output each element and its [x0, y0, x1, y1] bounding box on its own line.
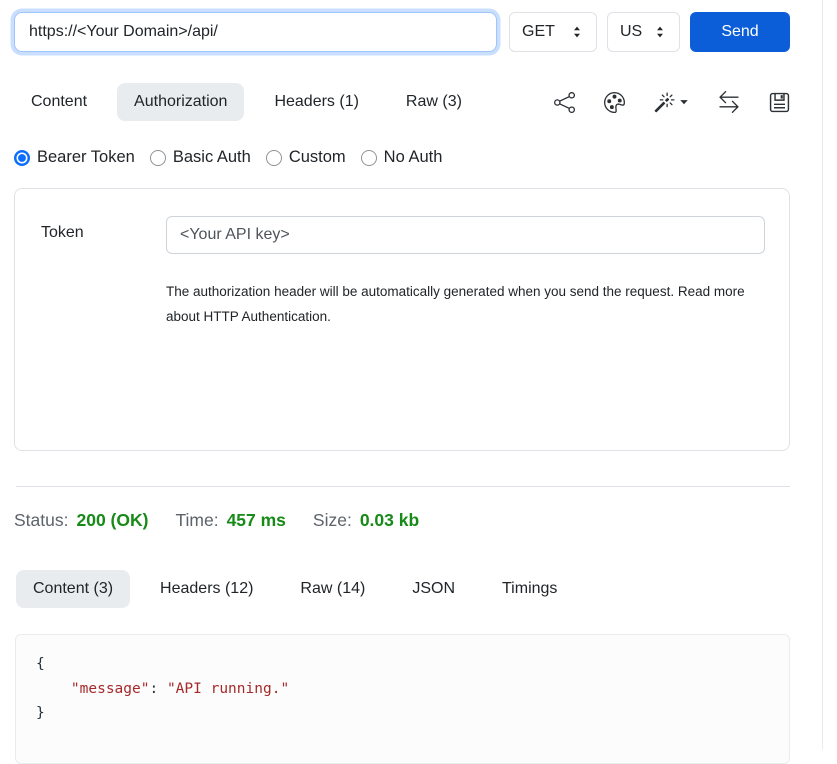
- toolbar: [554, 91, 790, 113]
- request-bar: GET US Send: [14, 12, 790, 52]
- response-tabs-row: Content (3) Headers (12) Raw (14) JSON T…: [16, 570, 790, 608]
- palette-icon: [604, 92, 625, 113]
- json-colon: :: [149, 681, 166, 697]
- status-label: Status:: [14, 510, 68, 531]
- size-value: 0.03 kb: [360, 510, 419, 531]
- method-select[interactable]: GET: [509, 12, 597, 52]
- swap-arrows-icon: [718, 91, 740, 113]
- tab-authorization[interactable]: Authorization: [117, 83, 244, 121]
- code-line: {: [36, 652, 769, 677]
- chevron-down-icon: [679, 97, 689, 107]
- region-select[interactable]: US: [607, 12, 680, 52]
- url-input[interactable]: [14, 12, 497, 52]
- theme-button[interactable]: [604, 92, 625, 113]
- save-icon: [769, 92, 790, 113]
- json-brace: }: [36, 705, 45, 721]
- auth-type-row: Bearer Token Basic Auth Custom No Auth: [14, 148, 790, 167]
- response-body: { "message": "API running." }: [15, 634, 790, 764]
- json-key: "message": [71, 681, 150, 697]
- select-arrows-icon: [570, 25, 584, 39]
- radio-unchecked-icon: [361, 150, 377, 166]
- tab-raw[interactable]: Raw (3): [389, 83, 479, 121]
- response-tab-json[interactable]: JSON: [395, 570, 472, 608]
- response-tab-timings[interactable]: Timings: [485, 570, 574, 608]
- select-arrows-icon: [653, 25, 667, 39]
- radio-custom[interactable]: Custom: [266, 148, 346, 167]
- share-button[interactable]: [554, 92, 575, 113]
- token-input[interactable]: [166, 216, 765, 254]
- radio-label: Custom: [289, 148, 346, 167]
- response-status-row: Status: 200 (OK) Time: 457 ms Size: 0.03…: [14, 510, 790, 531]
- divider: [16, 486, 790, 487]
- request-tabs-row: Content Authorization Headers (1) Raw (3…: [14, 83, 790, 121]
- radio-basic-auth[interactable]: Basic Auth: [150, 148, 251, 167]
- radio-label: Bearer Token: [37, 148, 135, 167]
- radio-label: Basic Auth: [173, 148, 251, 167]
- tab-headers[interactable]: Headers (1): [257, 83, 375, 121]
- code-line: }: [36, 701, 769, 726]
- auth-helper-text: The authorization header will be automat…: [166, 279, 746, 329]
- send-button[interactable]: Send: [690, 12, 790, 52]
- auth-panel: Token The authorization header will be a…: [14, 188, 790, 451]
- time-value: 457 ms: [227, 510, 286, 531]
- status-value: 200 (OK): [76, 510, 148, 531]
- radio-unchecked-icon: [266, 150, 282, 166]
- region-select-value: US: [620, 23, 642, 41]
- token-label: Token: [41, 216, 166, 450]
- convert-button[interactable]: [718, 91, 740, 113]
- response-tab-content[interactable]: Content (3): [16, 570, 130, 608]
- save-button[interactable]: [769, 92, 790, 113]
- time-label: Time:: [175, 510, 218, 531]
- size-label: Size:: [313, 510, 352, 531]
- response-tab-headers[interactable]: Headers (12): [143, 570, 270, 608]
- tab-content[interactable]: Content: [14, 83, 104, 121]
- generate-code-button[interactable]: [654, 92, 689, 113]
- magic-wand-icon: [654, 92, 675, 113]
- radio-bearer-token[interactable]: Bearer Token: [14, 148, 135, 167]
- share-icon: [554, 92, 575, 113]
- response-tab-raw[interactable]: Raw (14): [283, 570, 382, 608]
- radio-checked-icon: [14, 150, 30, 166]
- radio-unchecked-icon: [150, 150, 166, 166]
- json-brace: {: [36, 656, 45, 672]
- code-line: "message": "API running.": [36, 677, 769, 702]
- method-select-value: GET: [522, 23, 555, 41]
- json-value: "API running.": [167, 681, 289, 697]
- api-client-page: GET US Send Content Authorization Header…: [0, 0, 823, 750]
- radio-label: No Auth: [384, 148, 443, 167]
- radio-no-auth[interactable]: No Auth: [361, 148, 443, 167]
